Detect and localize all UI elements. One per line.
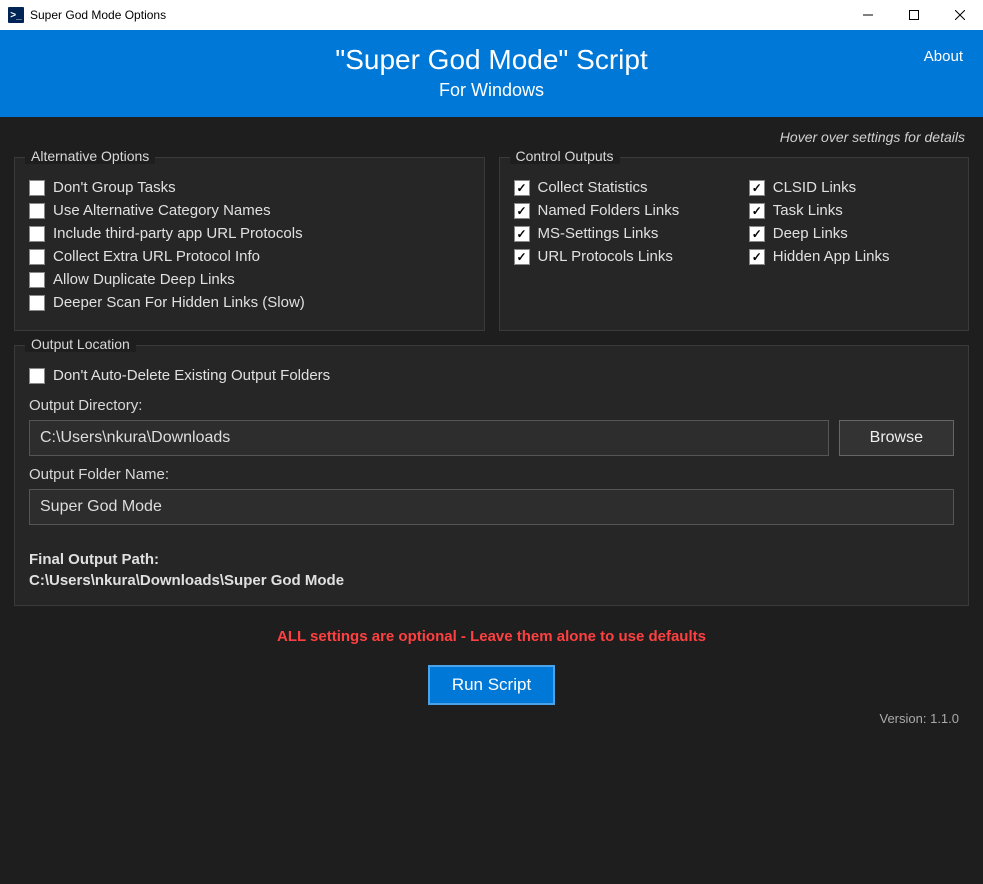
alternative-options-group: Alternative Options Don't Group TasksUse… (14, 157, 485, 331)
version-label: Version: 1.1.0 (14, 705, 969, 726)
run-script-button[interactable]: Run Script (428, 665, 555, 705)
checkbox-icon (29, 295, 45, 311)
control-output-checkbox[interactable]: Named Folders Links (514, 199, 719, 222)
control-output-checkbox[interactable]: MS-Settings Links (514, 222, 719, 245)
checkbox-label: Named Folders Links (538, 202, 680, 219)
header-banner: "Super God Mode" Script For Windows Abou… (0, 30, 983, 117)
control-output-checkbox[interactable]: CLSID Links (749, 176, 954, 199)
powershell-icon: >_ (8, 7, 24, 23)
no-auto-delete-checkbox[interactable]: Don't Auto-Delete Existing Output Folder… (29, 364, 954, 387)
control-output-checkbox[interactable]: Collect Statistics (514, 176, 719, 199)
checkbox-icon (514, 180, 530, 196)
checkbox-icon (749, 203, 765, 219)
alt-option-checkbox[interactable]: Allow Duplicate Deep Links (29, 268, 470, 291)
checkbox-icon (514, 203, 530, 219)
control-output-checkbox[interactable]: Task Links (749, 199, 954, 222)
group-legend: Alternative Options (25, 148, 155, 164)
checkbox-label: CLSID Links (773, 179, 856, 196)
output-directory-label: Output Directory: (29, 397, 954, 414)
group-legend: Control Outputs (510, 148, 620, 164)
checkbox-icon (514, 226, 530, 242)
checkbox-icon (749, 180, 765, 196)
close-button[interactable] (937, 0, 983, 30)
checkbox-icon (29, 226, 45, 242)
control-output-checkbox[interactable]: Deep Links (749, 222, 954, 245)
minimize-button[interactable] (845, 0, 891, 30)
output-location-group: Output Location Don't Auto-Delete Existi… (14, 345, 969, 606)
checkbox-icon (29, 368, 45, 384)
alt-option-checkbox[interactable]: Deeper Scan For Hidden Links (Slow) (29, 291, 470, 314)
group-legend: Output Location (25, 336, 136, 352)
checkbox-icon (749, 226, 765, 242)
output-directory-input[interactable] (29, 420, 829, 456)
checkbox-label: MS-Settings Links (538, 225, 659, 242)
checkbox-label: Include third-party app URL Protocols (53, 225, 303, 242)
about-link[interactable]: About (924, 48, 963, 65)
checkbox-label: Hidden App Links (773, 248, 890, 265)
checkbox-label: Don't Auto-Delete Existing Output Folder… (53, 367, 330, 384)
titlebar: >_ Super God Mode Options (0, 0, 983, 30)
output-folder-input[interactable] (29, 489, 954, 525)
checkbox-label: Deep Links (773, 225, 848, 242)
checkbox-icon (29, 249, 45, 265)
browse-button[interactable]: Browse (839, 420, 954, 456)
output-folder-label: Output Folder Name: (29, 466, 954, 483)
control-output-checkbox[interactable]: URL Protocols Links (514, 245, 719, 268)
maximize-button[interactable] (891, 0, 937, 30)
checkbox-label: Task Links (773, 202, 843, 219)
alt-option-checkbox[interactable]: Don't Group Tasks (29, 176, 470, 199)
checkbox-icon (514, 249, 530, 265)
checkbox-icon (29, 272, 45, 288)
checkbox-label: Collect Extra URL Protocol Info (53, 248, 260, 265)
checkbox-label: Allow Duplicate Deep Links (53, 271, 235, 288)
settings-optional-warning: ALL settings are optional - Leave them a… (14, 628, 969, 645)
checkbox-label: Don't Group Tasks (53, 179, 176, 196)
final-output-path-label: Final Output Path: (29, 551, 954, 568)
checkbox-label: Collect Statistics (538, 179, 648, 196)
alt-option-checkbox[interactable]: Include third-party app URL Protocols (29, 222, 470, 245)
window-title: Super God Mode Options (30, 8, 166, 22)
app-title: "Super God Mode" Script (20, 44, 963, 76)
control-output-checkbox[interactable]: Hidden App Links (749, 245, 954, 268)
alt-option-checkbox[interactable]: Collect Extra URL Protocol Info (29, 245, 470, 268)
checkbox-icon (29, 203, 45, 219)
alt-option-checkbox[interactable]: Use Alternative Category Names (29, 199, 470, 222)
control-outputs-group: Control Outputs Collect StatisticsNamed … (499, 157, 970, 331)
checkbox-label: URL Protocols Links (538, 248, 673, 265)
hover-hint: Hover over settings for details (14, 129, 969, 145)
checkbox-icon (29, 180, 45, 196)
checkbox-label: Deeper Scan For Hidden Links (Slow) (53, 294, 305, 311)
app-subtitle: For Windows (20, 80, 963, 101)
checkbox-label: Use Alternative Category Names (53, 202, 271, 219)
final-output-path-value: C:\Users\nkura\Downloads\Super God Mode (29, 572, 954, 589)
checkbox-icon (749, 249, 765, 265)
